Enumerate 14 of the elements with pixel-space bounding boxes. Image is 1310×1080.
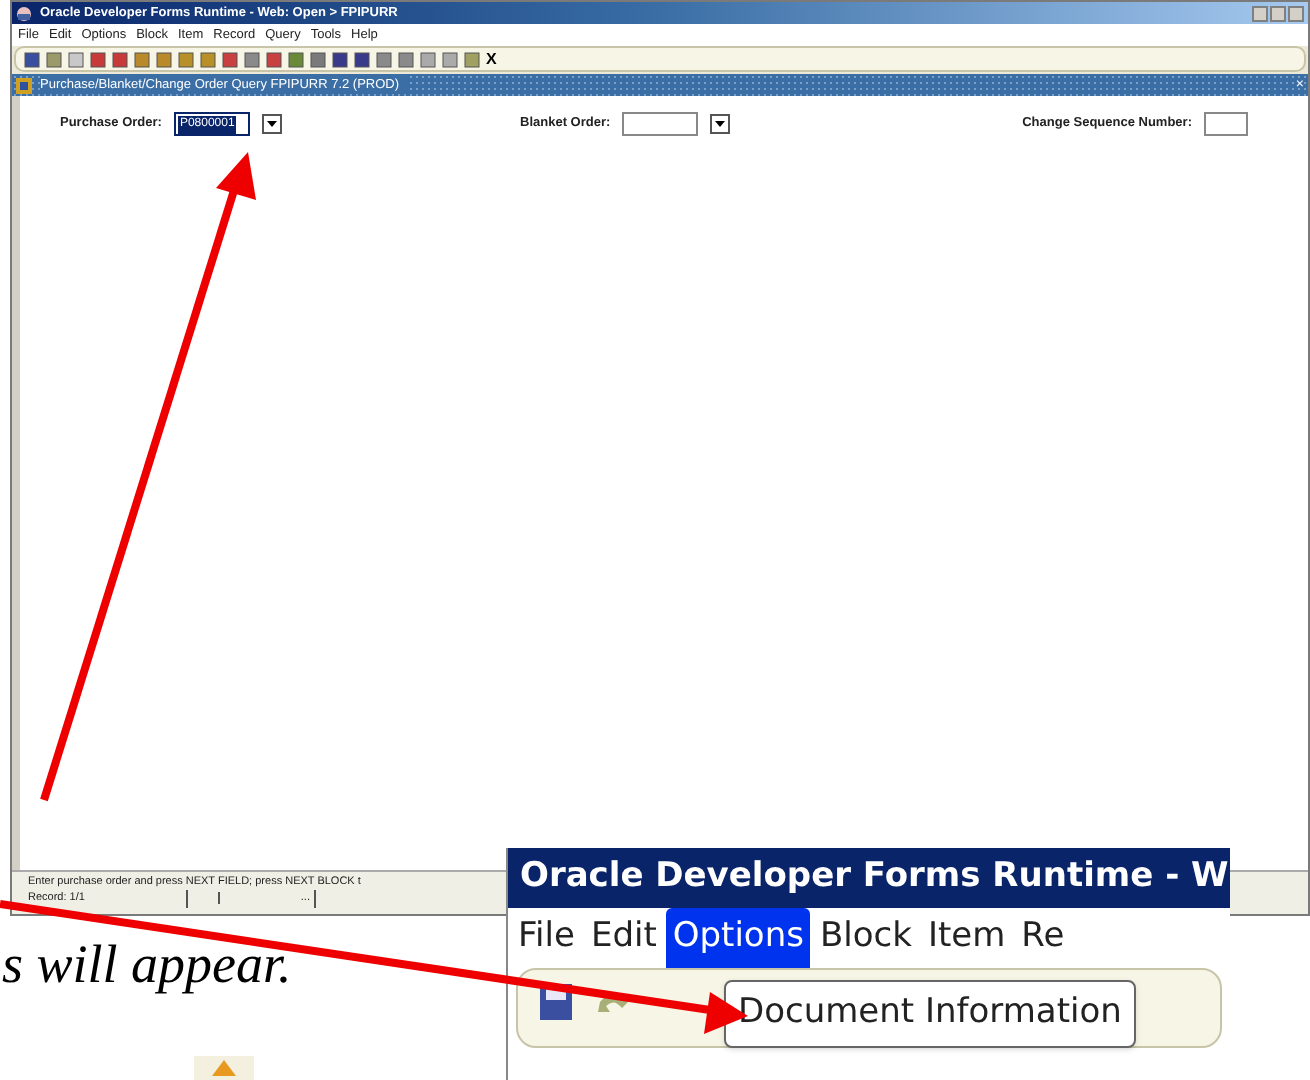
menu-item[interactable]: Edit [584,908,663,968]
menu-item[interactable]: Re [1015,908,1071,968]
app-logo-icon [16,5,32,21]
menu-item[interactable]: Item [921,908,1012,968]
menu-item[interactable]: Options [666,908,810,968]
document-text: s will appear. [2,932,292,998]
menu-option[interactable]: Document Information [738,992,1122,1032]
input-field[interactable] [622,112,699,136]
menu-item[interactable]: File [512,908,581,968]
inset-window-title: Oracle Developer Forms Runtime - W [520,854,1229,901]
exit-button[interactable]: X [486,47,497,71]
menu-item[interactable]: Block [813,908,918,968]
form-icon [16,77,32,93]
input-field[interactable] [1204,112,1248,136]
